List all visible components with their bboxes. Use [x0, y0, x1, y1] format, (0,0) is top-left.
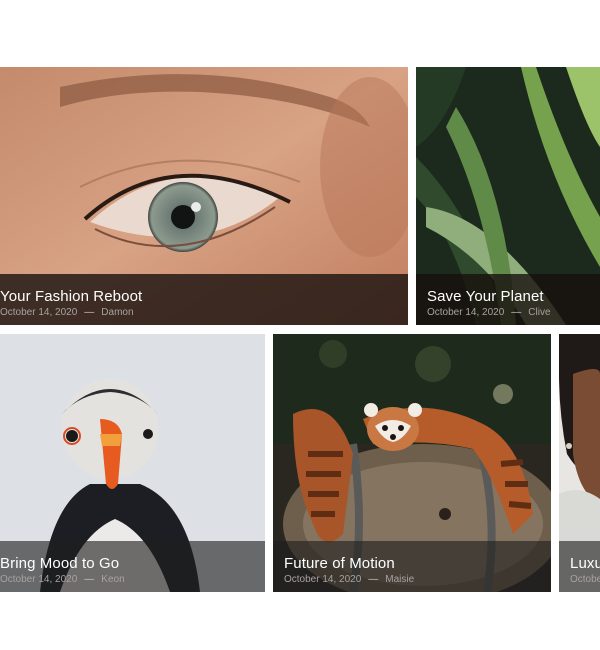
post-title[interactable]: Luxu [570, 555, 600, 572]
post-card-fashion-reboot[interactable]: Your Fashion Reboot October 14, 2020 — Dam… [0, 67, 408, 325]
meta-separator: — [84, 307, 95, 318]
meta-separator: — [84, 574, 95, 585]
post-title[interactable]: Future of Motion [284, 555, 395, 572]
post-author[interactable]: Maisie [385, 574, 414, 585]
post-caption: Save Your Planet October 14, 2020 — Clive [416, 274, 600, 325]
post-author[interactable]: Clive [528, 307, 550, 318]
post-caption: Luxu Octobe [559, 541, 600, 592]
post-author[interactable]: Damon [101, 307, 133, 318]
post-meta: October 14, 2020 — Maisie [284, 574, 414, 585]
post-meta: October 14, 2020 — Keon [0, 574, 125, 585]
meta-separator: — [511, 307, 522, 318]
post-meta: October 14, 2020 — Damon [0, 307, 134, 318]
post-card-luxury-partial[interactable]: Luxu Octobe [559, 334, 600, 592]
post-card-save-your-planet[interactable]: Save Your Planet October 14, 2020 — Clive [416, 67, 600, 325]
post-date: October 14, 2020 [284, 574, 362, 585]
post-author[interactable]: Keon [101, 574, 124, 585]
post-date: Octobe [570, 574, 600, 585]
post-caption: Future of Motion October 14, 2020 — Maisie [273, 541, 551, 592]
post-card-bring-mood[interactable]: Bring Mood to Go October 14, 2020 — Keon [0, 334, 265, 592]
post-card-future-of-motion[interactable]: Future of Motion October 14, 2020 — Maisie [273, 334, 551, 592]
post-date: October 14, 2020 [0, 307, 78, 318]
post-meta: Octobe [570, 574, 600, 585]
post-date: October 14, 2020 [427, 307, 505, 318]
post-title[interactable]: Your Fashion Reboot [0, 288, 142, 305]
post-date: October 14, 2020 [0, 574, 78, 585]
post-caption: Your Fashion Reboot October 14, 2020 — Dam… [0, 274, 408, 325]
meta-separator: — [368, 574, 379, 585]
post-caption: Bring Mood to Go October 14, 2020 — Keon [0, 541, 265, 592]
post-title[interactable]: Save Your Planet [427, 288, 544, 305]
post-meta: October 14, 2020 — Clive [427, 307, 551, 318]
post-title[interactable]: Bring Mood to Go [0, 555, 119, 572]
